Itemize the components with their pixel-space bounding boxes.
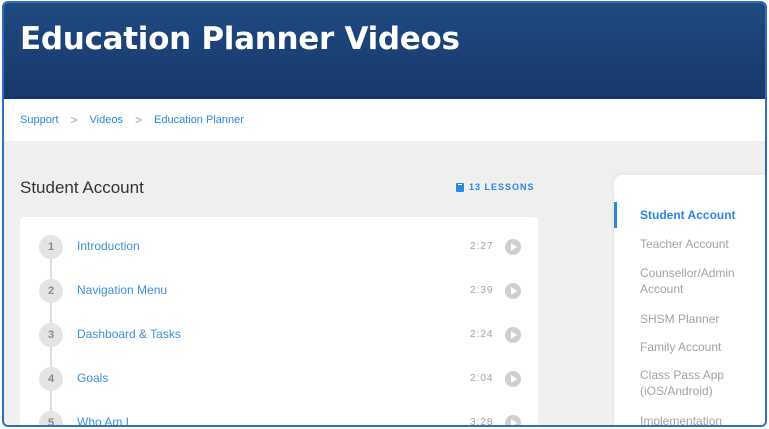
book-icon [456, 182, 464, 192]
lesson-duration: 2:39 [470, 285, 494, 296]
lesson-title[interactable]: Navigation Menu [77, 283, 167, 297]
sidebar-item-implementation[interactable]: Implementation [640, 413, 765, 425]
lesson-number: 4 [39, 367, 63, 391]
sidebar-item-student-account[interactable]: Student Account [640, 207, 765, 223]
play-icon[interactable] [505, 239, 521, 255]
lesson-title[interactable]: Who Am I [77, 415, 129, 425]
play-icon[interactable] [505, 327, 521, 343]
play-icon[interactable] [505, 283, 521, 299]
page-title: Education Planner Videos [20, 21, 460, 57]
active-indicator [614, 202, 617, 228]
lesson-row-dashboard-tasks[interactable]: 3 Dashboard & Tasks 2:24 [20, 315, 538, 359]
breadcrumb-support[interactable]: Support [20, 114, 59, 126]
lesson-row-navigation-menu[interactable]: 2 Navigation Menu 2:39 [20, 271, 538, 315]
breadcrumb-bar: Support > Videos > Education Planner [4, 99, 765, 141]
play-icon[interactable] [505, 371, 521, 387]
lesson-row-introduction[interactable]: 1 Introduction 2:27 [20, 227, 538, 271]
sidebar-item-counsellor-admin-account[interactable]: Counsellor/Admin Account [640, 265, 765, 297]
lesson-number: 5 [39, 411, 63, 425]
breadcrumb-separator: > [134, 113, 142, 127]
account-sidebar: Student Account Teacher Account Counsell… [614, 175, 765, 425]
lesson-duration: 2:04 [470, 373, 494, 384]
lesson-row-goals[interactable]: 4 Goals 2:04 [20, 359, 538, 403]
lessons-count: 13 LESSONS [456, 182, 535, 192]
breadcrumb-education-planner[interactable]: Education Planner [154, 114, 244, 126]
sidebar-item-shsm-planner[interactable]: SHSM Planner [640, 311, 765, 327]
section-title: Student Account [20, 178, 144, 197]
sidebar-item-teacher-account[interactable]: Teacher Account [640, 236, 765, 252]
lesson-row-who-am-i[interactable]: 5 Who Am I 3:28 [20, 403, 538, 427]
play-icon[interactable] [505, 415, 521, 425]
page-header: Education Planner Videos [4, 3, 765, 99]
lesson-duration: 3:28 [470, 417, 494, 427]
lesson-number: 2 [39, 279, 63, 303]
app-frame: Education Planner Videos Support > Video… [2, 1, 767, 427]
lesson-list: 1 Introduction 2:27 2 Navigation Menu 2:… [20, 217, 538, 427]
lesson-number: 3 [39, 323, 63, 347]
lessons-count-label: 13 LESSONS [469, 182, 535, 192]
breadcrumb-videos[interactable]: Videos [90, 114, 123, 126]
sidebar-item-class-pass-app[interactable]: Class Pass App (iOS/Android) [640, 367, 765, 399]
breadcrumb: Support > Videos > Education Planner [20, 113, 244, 127]
lesson-number: 1 [39, 235, 63, 259]
lesson-title[interactable]: Dashboard & Tasks [77, 327, 181, 341]
sidebar-item-family-account[interactable]: Family Account [640, 339, 765, 355]
lesson-title[interactable]: Introduction [77, 239, 140, 253]
lesson-title[interactable]: Goals [77, 371, 108, 385]
lesson-duration: 2:24 [470, 329, 494, 340]
lesson-duration: 2:27 [470, 241, 494, 252]
breadcrumb-separator: > [70, 113, 78, 127]
